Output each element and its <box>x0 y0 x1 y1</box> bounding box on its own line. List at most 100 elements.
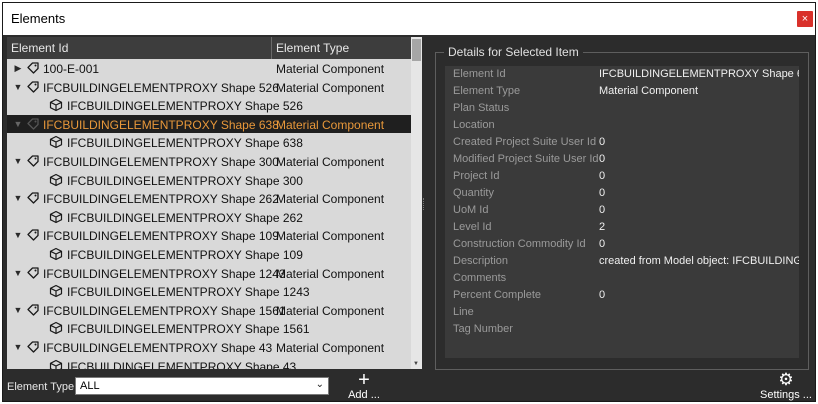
detail-value[interactable]: Material Component <box>599 85 799 97</box>
detail-row: Construction Commodity Id 0 <box>445 236 799 253</box>
tree-row[interactable]: IFCBUILDINGELEMENTPROXY Shape 526 <box>7 96 411 115</box>
detail-row: Percent Complete 0 <box>445 287 799 304</box>
tree-row[interactable]: ▼ IFCBUILDINGELEMENTPROXY Shape 1243 Mater… <box>7 264 411 283</box>
detail-value[interactable]: 0 <box>599 170 799 182</box>
tree-row-label: 100-E-001 <box>43 62 100 76</box>
expand-toggle-icon[interactable]: ▶ <box>13 62 23 74</box>
column-separator[interactable] <box>271 37 272 59</box>
detail-value[interactable]: 0 <box>599 187 799 199</box>
detail-row: Description created from Model object: IF… <box>445 253 799 270</box>
tag-icon <box>26 266 40 280</box>
collapse-toggle-icon[interactable]: ▼ <box>13 229 23 241</box>
close-button[interactable]: × <box>797 11 813 27</box>
tag-icon <box>26 117 40 131</box>
detail-value[interactable]: 0 <box>599 238 799 250</box>
detail-row: Comments <box>445 270 799 287</box>
tree-row-type: Material Component <box>276 266 385 281</box>
tree-row[interactable]: ▶ 100-E-001 Material Component <box>7 59 411 78</box>
collapse-toggle-icon[interactable]: ▼ <box>13 118 23 130</box>
cube-icon <box>49 210 63 224</box>
tree-row-label: IFCBUILDINGELEMENTPROXY Shape 1243 <box>67 285 310 300</box>
settings-button[interactable]: ⚙ Settings ... <box>759 370 813 402</box>
gear-icon: ⚙ <box>778 370 794 389</box>
tree-row[interactable]: IFCBUILDINGELEMENTPROXY Shape 1561 <box>7 319 411 338</box>
detail-row: Line <box>445 304 799 321</box>
collapse-toggle-icon[interactable]: ▼ <box>13 304 23 316</box>
detail-value[interactable]: 0 <box>599 136 799 148</box>
tag-icon <box>26 303 40 317</box>
detail-value[interactable]: 0 <box>599 153 799 165</box>
cube-icon <box>49 135 63 149</box>
cube-icon <box>49 247 63 261</box>
tree-header: Element Id Element Type <box>7 37 411 59</box>
detail-key: Project Id <box>453 170 500 182</box>
tree-row-type: Material Component <box>276 62 385 76</box>
tag-icon <box>26 154 40 168</box>
collapse-toggle-icon[interactable]: ▼ <box>13 341 23 353</box>
tree-row[interactable]: ▼ IFCBUILDINGELEMENTPROXY Shape 262 Materi… <box>7 189 411 208</box>
detail-key: Tag Number <box>453 323 513 335</box>
detail-key: Modified Project Suite User Id <box>453 153 599 165</box>
detail-value[interactable]: 2 <box>599 221 799 233</box>
bottom-toolbar: Element Type: ALL ⌄ + Add ... ⚙ Settings… <box>3 369 815 402</box>
tag-icon <box>26 61 40 75</box>
detail-key: Description <box>453 255 509 267</box>
tree-row[interactable]: ▼ IFCBUILDINGELEMENTPROXY Shape 526 Materi… <box>7 78 411 97</box>
column-header-element-id[interactable]: Element Id <box>11 41 68 55</box>
settings-button-label: Settings ... <box>760 389 812 401</box>
tree-row-type: Material Component <box>276 340 385 355</box>
add-button[interactable]: + Add ... <box>347 370 381 401</box>
panel-splitter[interactable] <box>423 198 425 210</box>
collapse-toggle-icon[interactable]: ▼ <box>13 267 23 279</box>
detail-value[interactable]: created from Model object: IFCBUILDINGEL… <box>599 255 799 267</box>
detail-key: Element Type <box>453 85 521 97</box>
tree-row-type: Material Component <box>276 229 385 244</box>
collapse-toggle-icon[interactable]: ▼ <box>13 192 23 204</box>
tree-row[interactable]: ▼ IFCBUILDINGELEMENTPROXY Shape 1561 Mater… <box>7 301 411 320</box>
tree-row[interactable]: ▼ IFCBUILDINGELEMENTPROXY Shape 43 Materia… <box>7 338 411 357</box>
scroll-down-icon[interactable]: ▼ <box>413 361 420 367</box>
tree-row[interactable]: IFCBUILDINGELEMENTPROXY Shape 638 <box>7 133 411 152</box>
tree-row[interactable]: ▼ IFCBUILDINGELEMENTPROXY Shape 300 Materi… <box>7 152 411 171</box>
detail-key: Percent Complete <box>453 289 542 301</box>
column-header-element-type[interactable]: Element Type <box>276 41 349 55</box>
collapse-toggle-icon[interactable]: ▼ <box>13 81 23 93</box>
tree-scrollbar[interactable]: ▼ <box>411 37 422 369</box>
tree-row-type: Material Component <box>276 80 385 95</box>
detail-row: Project Id 0 <box>445 168 799 185</box>
scrollbar-thumb[interactable] <box>412 39 421 61</box>
tag-icon <box>26 80 40 94</box>
detail-value[interactable]: 0 <box>599 289 799 301</box>
window-title: Elements <box>11 11 66 26</box>
details-grid: Element Id IFCBUILDINGELEMENTPROXY Shape … <box>445 66 799 358</box>
title-bar[interactable]: Elements × <box>3 3 815 35</box>
detail-row: Tag Number <box>445 321 799 338</box>
tree-row-label: IFCBUILDINGELEMENTPROXY Shape 109 <box>67 247 303 262</box>
detail-value[interactable]: 0 <box>599 204 799 216</box>
detail-row: Element Id IFCBUILDINGELEMENTPROXY Shape … <box>445 66 799 83</box>
tree-row-label: IFCBUILDINGELEMENTPROXY Shape 526 <box>67 99 303 114</box>
tree-row-label: IFCBUILDINGELEMENTPROXY Shape 262 <box>43 192 279 207</box>
detail-key: Location <box>453 119 495 131</box>
detail-key: Plan Status <box>453 102 510 114</box>
tree-row[interactable]: ▼ IFCBUILDINGELEMENTPROXY Shape 638 Materi… <box>7 114 411 134</box>
tree-row[interactable]: IFCBUILDINGELEMENTPROXY Shape 1243 <box>7 282 411 301</box>
tree-row[interactable]: IFCBUILDINGELEMENTPROXY Shape 43 <box>7 357 411 370</box>
element-tree[interactable]: Element Id Element Type ▶ 100-E-001 Materi… <box>7 37 422 369</box>
cube-icon <box>49 98 63 112</box>
tree-row[interactable]: IFCBUILDINGELEMENTPROXY Shape 262 <box>7 208 411 227</box>
collapse-toggle-icon[interactable]: ▼ <box>13 155 23 167</box>
element-type-select[interactable]: ALL ⌄ <box>75 377 329 395</box>
detail-row: Plan Status <box>445 100 799 117</box>
cube-icon <box>49 321 63 335</box>
tag-icon <box>26 228 40 242</box>
tree-row[interactable]: ▼ IFCBUILDINGELEMENTPROXY Shape 109 Materi… <box>7 226 411 245</box>
details-panel: Details for Selected Item Element Id IFCB… <box>435 45 809 370</box>
tree-row-label: IFCBUILDINGELEMENTPROXY Shape 43 <box>67 359 297 370</box>
detail-value[interactable]: IFCBUILDINGELEMENTPROXY Shape 638 <box>599 68 799 80</box>
tree-row-type: Material Component <box>276 303 385 318</box>
detail-key: Level Id <box>453 221 492 233</box>
tree-rows: ▶ 100-E-001 Material Component ▼ IFCBUILDING… <box>7 59 411 369</box>
tree-row[interactable]: IFCBUILDINGELEMENTPROXY Shape 300 <box>7 171 411 190</box>
tree-row[interactable]: IFCBUILDINGELEMENTPROXY Shape 109 <box>7 245 411 264</box>
